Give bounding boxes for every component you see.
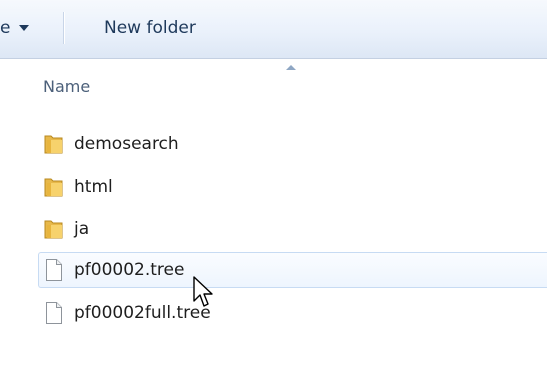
file-name: demosearch bbox=[74, 134, 179, 154]
sort-ascending-icon bbox=[286, 65, 296, 70]
new-folder-button[interactable]: New folder bbox=[104, 14, 196, 42]
file-name: pf00002.tree bbox=[74, 260, 185, 280]
file-row-ja[interactable]: ja bbox=[38, 211, 547, 247]
organize-button[interactable]: e bbox=[0, 14, 29, 42]
file-row-pf00002-tree[interactable]: pf00002.tree bbox=[38, 252, 547, 288]
folder-icon bbox=[44, 135, 63, 154]
folder-icon bbox=[44, 178, 63, 197]
column-header-name[interactable]: Name bbox=[43, 77, 90, 96]
column-header-bar: Name bbox=[0, 59, 547, 115]
file-name: pf00002full.tree bbox=[74, 303, 211, 323]
organize-button-label: e bbox=[0, 18, 10, 38]
document-icon bbox=[46, 259, 62, 281]
file-row-pf00002full-tree[interactable]: pf00002full.tree bbox=[38, 295, 547, 331]
command-bar: e New folder bbox=[0, 0, 547, 59]
file-name: ja bbox=[74, 219, 90, 239]
file-row-html[interactable]: html bbox=[38, 169, 547, 205]
file-row-demosearch[interactable]: demosearch bbox=[38, 126, 547, 162]
chevron-down-icon bbox=[19, 25, 29, 31]
file-name: html bbox=[74, 177, 113, 197]
toolbar-separator bbox=[63, 12, 64, 44]
document-icon bbox=[46, 302, 62, 324]
folder-icon bbox=[44, 220, 63, 239]
